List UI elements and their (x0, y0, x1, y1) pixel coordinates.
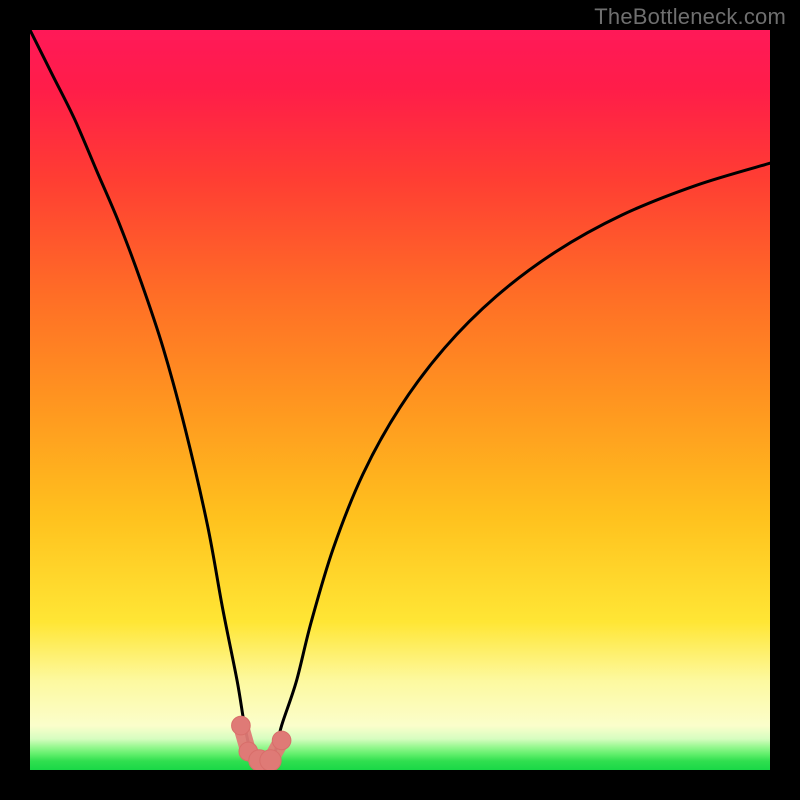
bottleneck-curve (30, 30, 770, 764)
outer-frame: TheBottleneck.com (0, 0, 800, 800)
min-marker-dot (272, 731, 291, 750)
chart-svg (30, 30, 770, 770)
curve-group (30, 30, 770, 764)
watermark-text: TheBottleneck.com (594, 4, 786, 30)
min-marker-dot (260, 750, 281, 770)
plot-area (30, 30, 770, 770)
min-marker-dot (232, 716, 251, 735)
